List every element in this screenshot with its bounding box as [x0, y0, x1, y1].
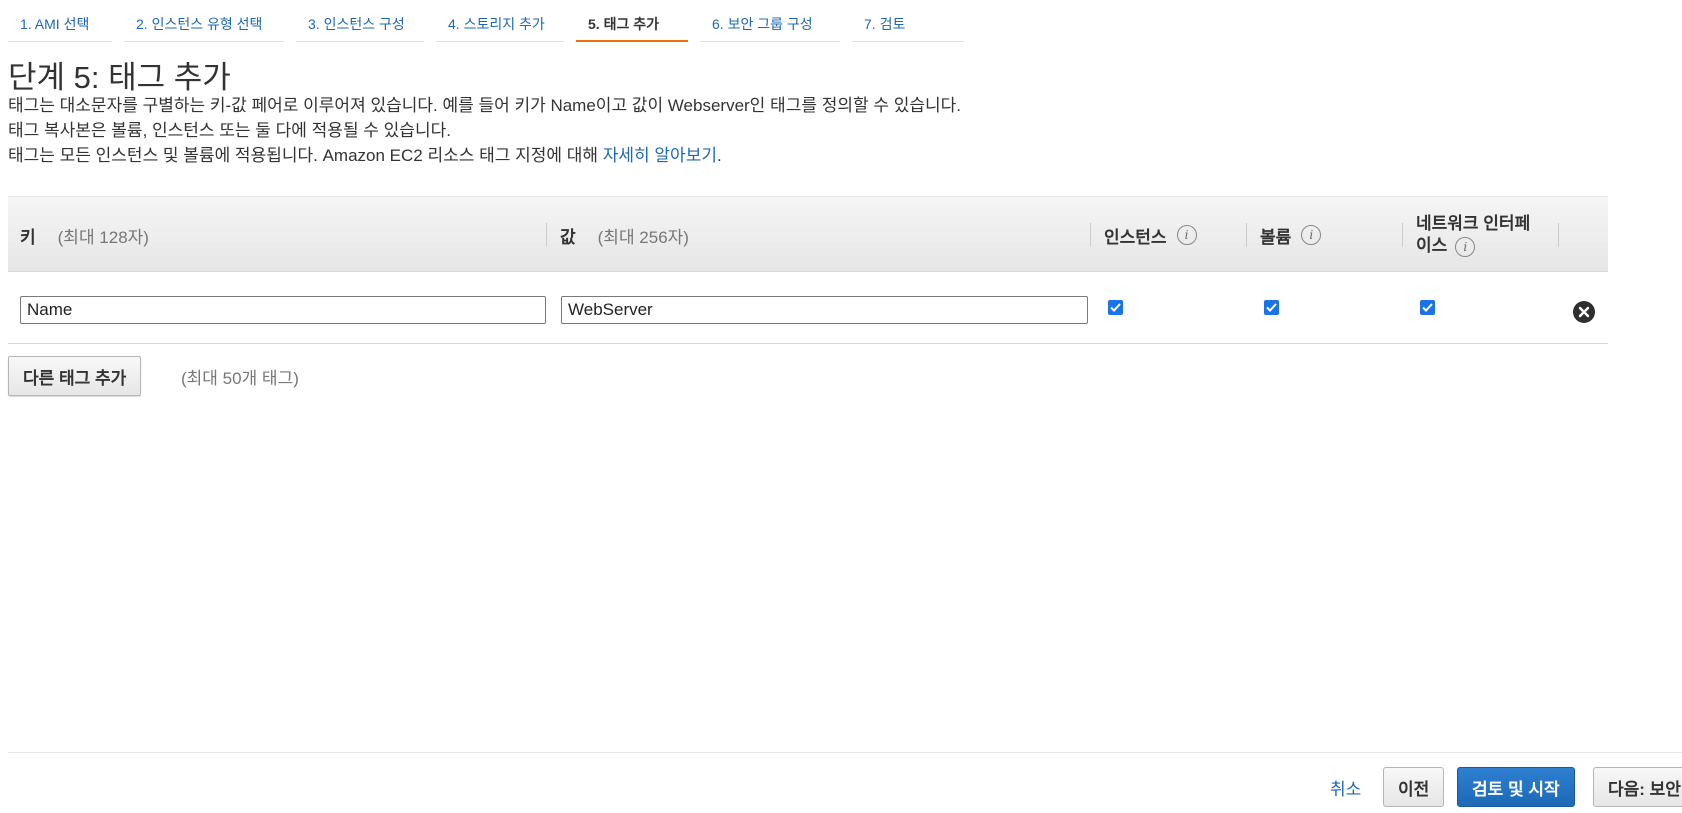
description-line: 태그는 모든 인스턴스 및 볼륨에 적용됩니다. Amazon EC2 리소스 … — [8, 143, 961, 168]
instances-checkbox[interactable] — [1108, 300, 1123, 315]
description-period: . — [716, 146, 722, 165]
key-header-hint: (최대 128자) — [57, 227, 149, 247]
add-another-tag-button[interactable]: 다른 태그 추가 — [8, 356, 142, 396]
info-icon[interactable]: i — [1176, 225, 1197, 245]
network-interfaces-header-text: 이스 — [1416, 236, 1448, 255]
column-divider — [1246, 223, 1247, 247]
column-divider — [1090, 223, 1091, 247]
instances-header-label: 인스턴스 — [1104, 227, 1167, 247]
remove-tag-icon[interactable] — [1572, 300, 1596, 324]
tab-add-storage[interactable]: 4. 스토리지 추가 — [436, 0, 564, 42]
network-interfaces-header-line2: 이스 i — [1416, 235, 1530, 257]
column-divider — [1558, 223, 1559, 247]
network-interfaces-header-line1: 네트워크 인터페 — [1416, 214, 1531, 233]
info-icon[interactable]: i — [1455, 237, 1476, 257]
network-interfaces-checkbox[interactable] — [1420, 300, 1435, 315]
tag-key-input[interactable] — [20, 296, 546, 324]
key-column-header: 키 (최대 128자) — [8, 197, 149, 273]
page-title: 단계 5: 태그 추가 — [8, 60, 231, 95]
page-description: 태그는 대소문자를 구별하는 키-값 페어로 이루어져 있습니다. 예를 들어 … — [8, 93, 961, 168]
network-interfaces-column-header: 네트워크 인터페 이스 i — [1404, 197, 1530, 273]
tab-add-tags[interactable]: 5. 태그 추가 — [576, 0, 688, 42]
tab-ami[interactable]: 1. AMI 선택 — [8, 0, 112, 42]
tag-value-input[interactable] — [561, 296, 1088, 324]
value-column-header: 값 (최대 256자) — [548, 197, 689, 273]
column-divider — [546, 223, 547, 247]
table-row — [8, 272, 1608, 344]
cancel-button[interactable]: 취소 — [1320, 767, 1371, 807]
description-line: 태그는 대소문자를 구별하는 키-값 페어로 이루어져 있습니다. 예를 들어 … — [8, 96, 961, 115]
table-header: 키 (최대 128자) 값 (최대 256자) 인스턴스 i 볼륨 i 네트워크… — [8, 196, 1608, 272]
tab-configure-instance[interactable]: 3. 인스턴스 구성 — [296, 0, 424, 42]
instances-column-header: 인스턴스 i — [1092, 197, 1197, 273]
tag-limit-note: (최대 50개 태그) — [181, 369, 299, 388]
previous-button[interactable]: 이전 — [1383, 767, 1445, 807]
review-and-launch-button[interactable]: 검토 및 시작 — [1457, 767, 1575, 807]
value-header-hint: (최대 256자) — [597, 227, 689, 247]
volumes-header-label: 볼륨 — [1260, 227, 1292, 247]
next-configure-security-group-button[interactable]: 다음: 보안 — [1593, 767, 1682, 807]
column-divider — [1402, 223, 1403, 247]
tab-instance-type[interactable]: 2. 인스턴스 유형 선택 — [124, 0, 284, 42]
tab-security-group[interactable]: 6. 보안 그룹 구성 — [700, 0, 840, 42]
description-line: 태그 복사본은 볼륨, 인스턴스 또는 둘 다에 적용될 수 있습니다. — [8, 121, 451, 140]
description-text: 태그는 모든 인스턴스 및 볼륨에 적용됩니다. Amazon EC2 리소스 … — [8, 146, 603, 165]
footer-divider — [8, 752, 1682, 753]
network-interfaces-header-label: 네트워크 인터페 이스 i — [1416, 213, 1530, 257]
key-header-label: 키 — [20, 227, 36, 247]
volumes-checkbox[interactable] — [1264, 300, 1279, 315]
tab-review[interactable]: 7. 검토 — [852, 0, 964, 42]
tags-table: 키 (최대 128자) 값 (최대 256자) 인스턴스 i 볼륨 i 네트워크… — [8, 196, 1608, 344]
learn-more-link[interactable]: 자세히 알아보기 — [603, 146, 717, 165]
volumes-column-header: 볼륨 i — [1248, 197, 1322, 273]
info-icon[interactable]: i — [1301, 225, 1322, 245]
value-header-label: 값 — [560, 227, 576, 247]
wizard-steps: 1. AMI 선택 2. 인스턴스 유형 선택 3. 인스턴스 구성 4. 스토… — [8, 0, 964, 42]
